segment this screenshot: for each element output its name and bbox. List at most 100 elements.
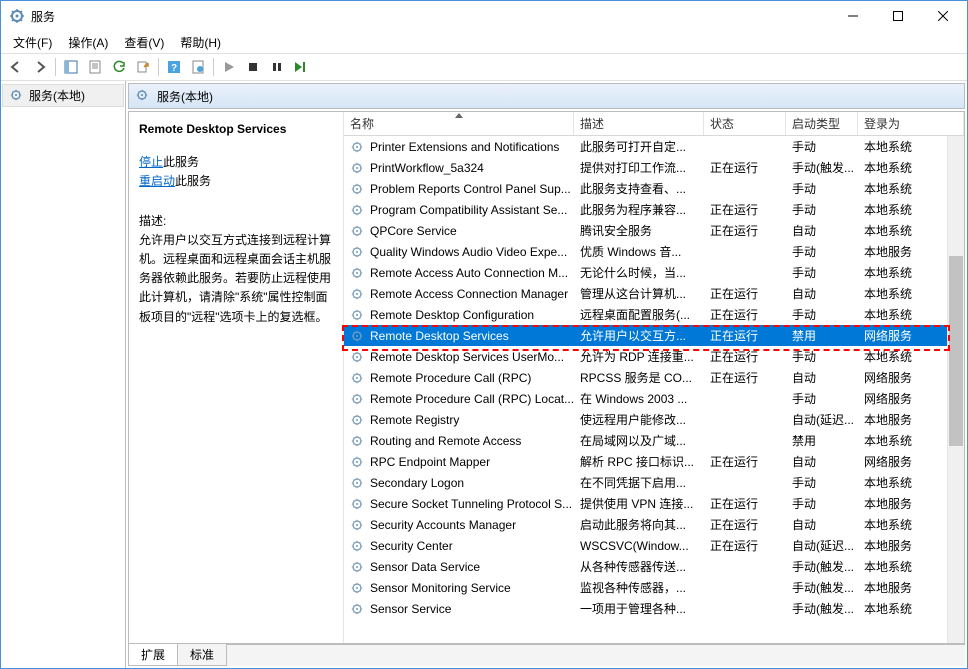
service-row[interactable]: Remote Desktop Services允许用户以交互方...正在运行禁用… bbox=[344, 325, 947, 346]
menu-help[interactable]: 帮助(H) bbox=[172, 31, 229, 54]
service-row[interactable]: Sensor Data Service从各种传感器传送...手动(触发...本地… bbox=[344, 556, 947, 577]
restart-link[interactable]: 重启动 bbox=[139, 174, 175, 188]
service-start: 手动 bbox=[786, 348, 858, 365]
maximize-button[interactable] bbox=[875, 2, 920, 31]
service-row[interactable]: PrintWorkflow_5a324提供对打印工作流...正在运行手动(触发.… bbox=[344, 157, 947, 178]
service-row[interactable]: Sensor Service一项用于管理各种...手动(触发...本地系统 bbox=[344, 598, 947, 619]
service-name: Sensor Monitoring Service bbox=[370, 581, 511, 595]
service-logon: 本地系统 bbox=[858, 432, 947, 449]
service-logon: 本地系统 bbox=[858, 264, 947, 281]
service-logon: 本地系统 bbox=[858, 222, 947, 239]
toolbar: ? bbox=[1, 53, 967, 81]
service-row[interactable]: Printer Extensions and Notifications 此服务可… bbox=[344, 136, 947, 157]
col-name[interactable]: 名称 bbox=[344, 112, 574, 135]
tree-root-item[interactable]: 服务(本地) bbox=[2, 84, 124, 107]
service-name: Secure Socket Tunneling Protocol S... bbox=[370, 497, 572, 511]
service-status: 正在运行 bbox=[704, 327, 786, 344]
service-row[interactable]: Quality Windows Audio Video Expe...优质 Wi… bbox=[344, 241, 947, 262]
service-icon bbox=[350, 223, 366, 239]
service-icon bbox=[350, 538, 366, 554]
service-icon bbox=[350, 601, 366, 617]
properties-button[interactable] bbox=[84, 56, 106, 78]
close-button[interactable] bbox=[920, 2, 965, 31]
service-icon bbox=[350, 307, 366, 323]
service-row[interactable]: Program Compatibility Assistant Se...此服务… bbox=[344, 199, 947, 220]
service-desc: WSCSVC(Window... bbox=[574, 539, 704, 553]
minimize-button[interactable] bbox=[830, 2, 875, 31]
refresh-button[interactable] bbox=[108, 56, 130, 78]
service-desc: 监视各种传感器，... bbox=[574, 579, 704, 596]
pane-header-title: 服务(本地) bbox=[157, 88, 213, 105]
service-start: 自动 bbox=[786, 453, 858, 470]
col-desc[interactable]: 描述 bbox=[574, 112, 704, 135]
service-desc: 一项用于管理各种... bbox=[574, 600, 704, 617]
service-row[interactable]: Secondary Logon在不同凭据下启用...手动本地系统 bbox=[344, 472, 947, 493]
service-row[interactable]: Remote Desktop Configuration远程桌面配置服务(...… bbox=[344, 304, 947, 325]
service-row[interactable]: Routing and Remote Access在局域网以及广域...禁用本地… bbox=[344, 430, 947, 451]
service-start: 手动(触发... bbox=[786, 600, 858, 617]
service-status: 正在运行 bbox=[704, 537, 786, 554]
service-desc: 启动此服务将向其... bbox=[574, 516, 704, 533]
scroll-thumb[interactable] bbox=[949, 256, 963, 446]
service-icon bbox=[350, 139, 366, 155]
service-logon: 本地系统 bbox=[858, 348, 947, 365]
service-name: Routing and Remote Access bbox=[370, 434, 521, 448]
service-row[interactable]: Sensor Monitoring Service监视各种传感器，...手动(触… bbox=[344, 577, 947, 598]
service-logon: 本地系统 bbox=[858, 159, 947, 176]
service-icon bbox=[350, 160, 366, 176]
service-row[interactable]: Remote Access Connection Manager管理从这台计算机… bbox=[344, 283, 947, 304]
service-row[interactable]: Remote Access Auto Connection M...无论什么时候… bbox=[344, 262, 947, 283]
service-row[interactable]: Remote Desktop Services UserMo... 允许为 RDP… bbox=[344, 346, 947, 367]
service-row[interactable]: Security CenterWSCSVC(Window...正在运行自动(延迟… bbox=[344, 535, 947, 556]
back-button[interactable] bbox=[5, 56, 27, 78]
vertical-scrollbar[interactable] bbox=[947, 136, 964, 643]
show-hide-tree-button[interactable] bbox=[60, 56, 82, 78]
service-start: 手动 bbox=[786, 201, 858, 218]
service-status: 正在运行 bbox=[704, 201, 786, 218]
service-row[interactable]: Remote Procedure Call (RPC)RPCSS 服务是 CO.… bbox=[344, 367, 947, 388]
stop-link[interactable]: 停止 bbox=[139, 155, 163, 169]
service-desc: 允许为 RDP 连接重... bbox=[574, 348, 704, 365]
service-row[interactable]: Remote Registry使远程用户能修改...自动(延迟...本地服务 bbox=[344, 409, 947, 430]
service-row[interactable]: QPCore Service腾讯安全服务正在运行自动本地系统 bbox=[344, 220, 947, 241]
service-row[interactable]: Secure Socket Tunneling Protocol S...提供使… bbox=[344, 493, 947, 514]
pause-service-button[interactable] bbox=[266, 56, 288, 78]
service-logon: 网络服务 bbox=[858, 390, 947, 407]
service-desc: 从各种传感器传送... bbox=[574, 558, 704, 575]
service-row[interactable]: RPC Endpoint Mapper解析 RPC 接口标识...正在运行自动网… bbox=[344, 451, 947, 472]
menu-action[interactable]: 操作(A) bbox=[60, 31, 116, 54]
service-desc: 在 Windows 2003 ... bbox=[574, 390, 704, 407]
service-logon: 本地系统 bbox=[858, 516, 947, 533]
tab-standard[interactable]: 标准 bbox=[177, 644, 227, 666]
start-service-button[interactable] bbox=[218, 56, 240, 78]
menu-view[interactable]: 查看(V) bbox=[116, 31, 172, 54]
tree-pane: 服务(本地) bbox=[1, 81, 126, 668]
service-status: 正在运行 bbox=[704, 453, 786, 470]
service-row[interactable]: Remote Procedure Call (RPC) Locat...在 Wi… bbox=[344, 388, 947, 409]
service-name: Security Accounts Manager bbox=[370, 518, 516, 532]
forward-button[interactable] bbox=[29, 56, 51, 78]
menu-file[interactable]: 文件(F) bbox=[5, 31, 60, 54]
services-icon bbox=[9, 88, 25, 104]
col-start[interactable]: 启动类型 bbox=[786, 112, 858, 135]
stop-service-button[interactable] bbox=[242, 56, 264, 78]
service-desc: 此服务可打开自定... bbox=[574, 138, 704, 155]
restart-service-button[interactable] bbox=[290, 56, 312, 78]
help2-button[interactable] bbox=[187, 56, 209, 78]
help-button[interactable]: ? bbox=[163, 56, 185, 78]
service-desc: 无论什么时候，当... bbox=[574, 264, 704, 281]
service-desc: 提供对打印工作流... bbox=[574, 159, 704, 176]
service-start: 手动 bbox=[786, 264, 858, 281]
export-button[interactable] bbox=[132, 56, 154, 78]
service-row[interactable]: Security Accounts Manager启动此服务将向其...正在运行… bbox=[344, 514, 947, 535]
service-logon: 本地服务 bbox=[858, 243, 947, 260]
service-name: Remote Desktop Services UserMo... bbox=[370, 350, 564, 364]
col-logon[interactable]: 登录为 bbox=[858, 112, 964, 135]
service-name: Printer Extensions and Notifications bbox=[370, 140, 559, 154]
tab-extended[interactable]: 扩展 bbox=[128, 644, 178, 666]
service-row[interactable]: Problem Reports Control Panel Sup...此服务支… bbox=[344, 178, 947, 199]
service-icon bbox=[350, 454, 366, 470]
service-icon bbox=[350, 370, 366, 386]
service-start: 手动 bbox=[786, 495, 858, 512]
col-status[interactable]: 状态 bbox=[704, 112, 786, 135]
